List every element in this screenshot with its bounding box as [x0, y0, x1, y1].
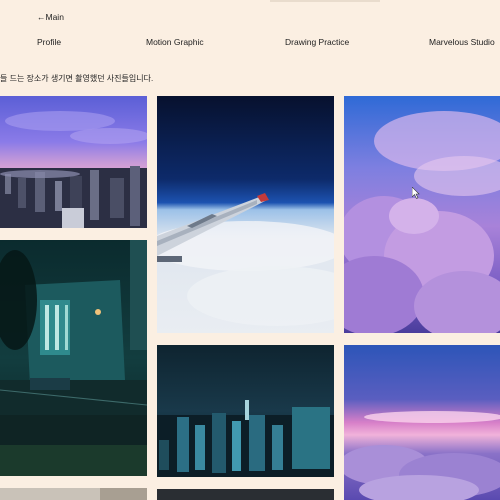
gallery-intro-text: 들 드는 장소가 생기면 촬영했던 사진들입니다. — [0, 74, 154, 83]
photo-purple-clouds[interactable] — [344, 96, 500, 333]
photo-night-city-aerial[interactable] — [157, 345, 334, 477]
mouse-cursor-icon — [412, 187, 420, 199]
nav-item-drawing-practice[interactable]: Drawing Practice — [285, 37, 349, 47]
main-nav: Profile Motion Graphic Drawing Practice … — [0, 37, 500, 49]
photo-airplane-wing-clouds[interactable] — [157, 96, 334, 333]
back-to-main-link[interactable]: ←Main — [37, 12, 64, 22]
photo-teal-night-street[interactable] — [0, 240, 147, 476]
photo-partial-bottom-middle[interactable] — [157, 489, 334, 500]
photo-pink-sunset-clouds[interactable] — [344, 345, 500, 500]
nav-item-profile[interactable]: Profile — [37, 37, 61, 47]
nav-item-motion-graphic[interactable]: Motion Graphic — [146, 37, 204, 47]
top-divider — [270, 0, 380, 2]
nav-item-marvelous-studio[interactable]: Marvelous Studio — [429, 37, 495, 47]
photo-purple-sky-city[interactable] — [0, 96, 147, 228]
photo-partial-bottom-left[interactable] — [0, 488, 147, 500]
page: ←Main Profile Motion Graphic Drawing Pra… — [0, 0, 500, 500]
